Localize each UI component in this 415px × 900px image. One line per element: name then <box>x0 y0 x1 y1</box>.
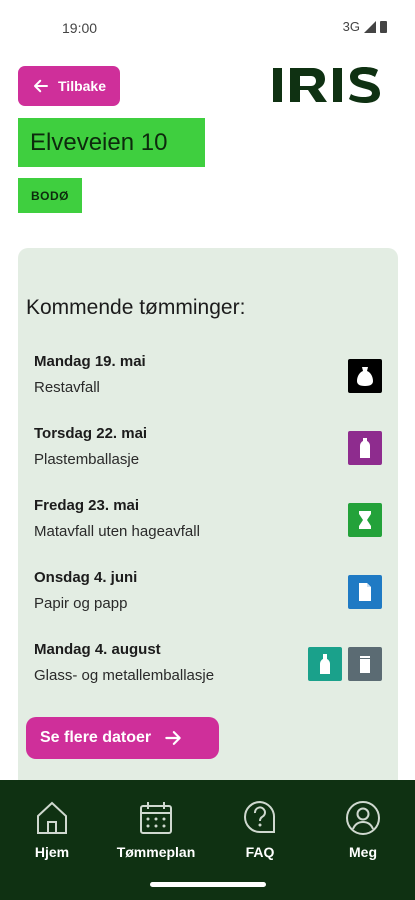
nav-item-schedule[interactable]: Tømmeplan <box>111 798 201 860</box>
battery-icon <box>380 20 387 33</box>
signal-icon <box>364 20 376 33</box>
pickup-row: Torsdag 22. mai Plastemballasje <box>34 425 384 473</box>
faq-icon <box>244 800 276 833</box>
pickup-date: Mandag 4. august <box>34 641 161 658</box>
metal-can-icon <box>348 647 382 681</box>
network-type: 3G <box>342 19 360 34</box>
pickup-type: Restavfall <box>34 379 100 396</box>
home-indicator[interactable] <box>150 882 266 887</box>
pickup-date: Torsdag 22. mai <box>34 425 148 442</box>
see-more-label: Se flere datoer <box>40 729 152 746</box>
nav-label: FAQ <box>245 844 275 860</box>
pickup-date: Mandag 19. mai <box>34 353 146 370</box>
city-badge: BODØ <box>18 178 82 213</box>
plastic-bottle-icon <box>348 431 382 465</box>
arrow-right-icon <box>165 731 181 745</box>
see-more-dates-button[interactable]: Se flere datoer <box>26 717 219 759</box>
nav-item-faq[interactable]: FAQ <box>215 798 305 860</box>
status-bar: 19:00 3G <box>0 0 415 56</box>
pickup-date: Fredag 23. mai <box>34 497 140 514</box>
paper-icon <box>348 575 382 609</box>
pickup-type: Matavfall uten hageavfall <box>34 523 200 540</box>
iris-logo <box>273 67 380 103</box>
pickup-type: Papir og papp <box>34 595 128 612</box>
card-title: Kommende tømminger: <box>26 296 246 319</box>
pickup-row: Mandag 19. mai Restavfall <box>34 353 384 401</box>
upcoming-pickups-card: Kommende tømminger: Mandag 19. mai Resta… <box>18 248 398 808</box>
back-label: Tilbake <box>58 78 106 94</box>
nav-label: Hjem <box>34 844 70 860</box>
calendar-icon <box>140 802 172 834</box>
pickup-row: Onsdag 4. juni Papir og papp <box>34 569 384 617</box>
pickup-type: Glass- og metallemballasje <box>34 667 215 684</box>
nav-item-home[interactable]: Hjem <box>7 798 97 860</box>
pickup-row: Fredag 23. mai Matavfall uten hageavfall <box>34 497 384 545</box>
address-title: Elveveien 10 <box>18 118 205 167</box>
pickup-type: Plastemballasje <box>34 451 140 468</box>
nav-label: Tømmeplan <box>116 844 196 860</box>
arrow-left-icon <box>34 79 48 93</box>
status-time: 19:00 <box>62 20 98 36</box>
status-indicators: 3G <box>343 19 387 34</box>
home-icon <box>37 801 67 834</box>
residual-waste-icon <box>348 359 382 393</box>
back-button[interactable]: Tilbake <box>18 66 120 106</box>
food-waste-icon <box>348 503 382 537</box>
profile-icon <box>346 801 380 835</box>
pickup-date: Onsdag 4. juni <box>34 569 138 586</box>
nav-label: Meg <box>349 844 377 860</box>
pickup-row: Mandag 4. august Glass- og metallemballa… <box>34 641 384 689</box>
glass-bottle-icon <box>308 647 342 681</box>
nav-item-profile[interactable]: Meg <box>318 798 408 860</box>
